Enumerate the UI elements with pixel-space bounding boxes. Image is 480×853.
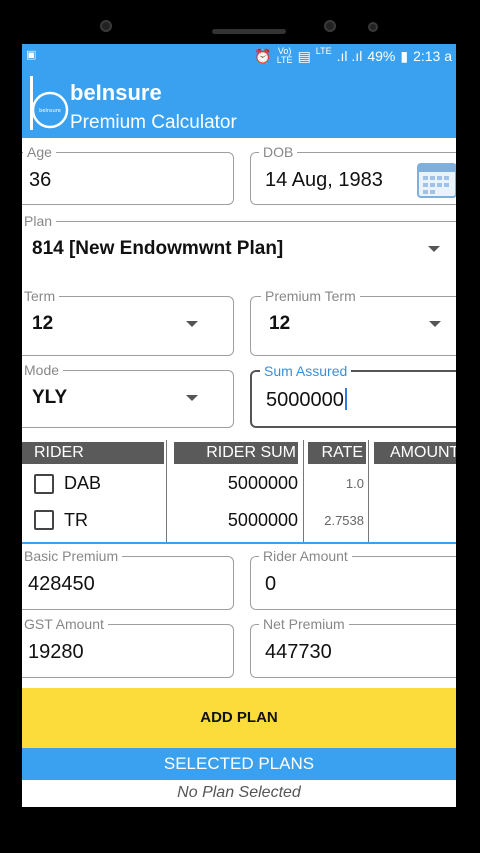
mode-value: YLY <box>32 387 68 408</box>
table-divider <box>166 440 167 542</box>
add-plan-button[interactable]: ADD PLAN <box>22 688 456 748</box>
app-screen: ▣ ⏰ Vo) LTE ▤ LTE .ıl .ıl 49% ▮ 2:13 a b… <box>22 44 456 807</box>
section-divider <box>22 542 456 544</box>
age-label: Age <box>23 144 56 160</box>
proximity-sensor-icon <box>368 22 378 32</box>
selected-plans-button[interactable]: SELECTED PLANS <box>22 748 456 780</box>
table-divider <box>303 440 304 542</box>
premium-term-chevron-down-icon <box>429 321 441 327</box>
status-bar: ▣ ⏰ Vo) LTE ▤ LTE .ıl .ıl 49% ▮ 2:13 a <box>22 44 456 68</box>
app-header: beInsure beInsure Premium Calculator <box>22 68 456 138</box>
term-value: 12 <box>32 313 54 334</box>
net-premium-value: 447730 <box>265 641 332 663</box>
net-premium-field: Net Premium 447730 <box>250 616 456 678</box>
app-title: beInsure <box>70 80 162 105</box>
clock: 2:13 a <box>413 48 452 64</box>
no-plan-text: No Plan Selected <box>177 784 301 801</box>
sum-assured-label: Sum Assured <box>260 363 352 379</box>
dob-value: 14 Aug, 1983 <box>265 169 383 191</box>
volte-bottom: LTE <box>276 55 293 65</box>
term-chevron-down-icon <box>186 321 198 327</box>
mode-dropdown[interactable]: Mode YLY <box>22 362 234 428</box>
plan-dropdown[interactable]: Plan 814 [New Endowmwnt Plan] <box>22 213 456 277</box>
rider-amount-value: 0 <box>265 573 277 595</box>
rider-sum: 5000000 <box>227 473 298 493</box>
age-value: 36 <box>29 169 52 191</box>
sum-assured-text: 5000000 <box>266 388 347 412</box>
basic-premium-label: Basic Premium <box>22 548 123 564</box>
term-dropdown[interactable]: Term 12 <box>22 288 234 356</box>
lte-label: LTE <box>315 46 332 56</box>
rider-rate: 1.0 <box>345 476 364 491</box>
phone-bezel-right <box>456 0 480 853</box>
basic-premium-field: Basic Premium 428450 <box>22 548 234 610</box>
phone-speaker <box>212 29 286 34</box>
plan-chevron-down-icon <box>428 246 440 252</box>
rider-rate: 2.7538 <box>324 513 364 528</box>
phone-bezel-left <box>0 0 22 853</box>
rider-checkbox-tr[interactable] <box>34 510 54 530</box>
premium-term-value: 12 <box>269 313 291 334</box>
volte-icon: Vo) LTE <box>277 47 293 65</box>
app-subtitle: Premium Calculator <box>70 112 237 133</box>
rider-sum: 5000000 <box>227 510 298 530</box>
basic-premium-value: 428450 <box>28 573 95 595</box>
front-camera-icon <box>324 20 336 32</box>
screen-corner <box>22 44 82 104</box>
mode-label: Mode <box>22 362 64 378</box>
gst-amount-field: GST Amount 19280 <box>22 616 234 678</box>
plan-label: Plan <box>22 213 57 229</box>
signal-icon: .ıl .ıl <box>336 48 363 64</box>
dob-label: DOB <box>259 144 298 160</box>
sum-assured-value: 5000000 <box>266 389 344 411</box>
term-label: Term <box>22 288 60 304</box>
rider-name: DAB <box>64 473 102 493</box>
front-sensor-icon <box>100 20 112 32</box>
rider-sum-header: RIDER SUM <box>174 442 298 464</box>
alarm-icon: ⏰ <box>254 47 272 64</box>
phone-bezel-bottom <box>0 807 480 853</box>
rider-amount-field: Rider Amount 0 <box>250 548 456 610</box>
dob-field[interactable]: DOB 14 Aug, 1983 <box>250 144 456 205</box>
mode-chevron-down-icon <box>186 395 198 401</box>
phone-bezel-top <box>0 0 480 44</box>
amount-header: AMOUNT <box>374 442 456 464</box>
gst-amount-value: 19280 <box>28 641 84 663</box>
battery-icon: ▮ <box>400 47 409 64</box>
table-divider <box>368 440 369 542</box>
premium-term-label: Premium Term <box>261 288 360 304</box>
premium-term-dropdown[interactable]: Premium Term 12 <box>250 288 456 356</box>
wifi-calling-icon: ▤ <box>297 47 311 64</box>
battery-percent: 49% <box>367 48 396 64</box>
rider-checkbox-dab[interactable] <box>34 474 54 494</box>
phone-frame: ▣ ⏰ Vo) LTE ▤ LTE .ıl .ıl 49% ▮ 2:13 a b… <box>0 0 480 853</box>
gst-amount-label: GST Amount <box>22 616 108 632</box>
plan-value: 814 [New Endowmwnt Plan] <box>32 238 284 259</box>
calendar-icon[interactable] <box>417 161 456 199</box>
rider-name: TR <box>64 510 88 530</box>
rate-header: RATE <box>308 442 366 464</box>
age-field[interactable]: Age 36 <box>22 144 234 205</box>
text-cursor <box>344 388 347 410</box>
net-premium-label: Net Premium <box>259 616 349 632</box>
svg-text:beInsure: beInsure <box>39 108 61 114</box>
sum-assured-input[interactable]: Sum Assured 5000000 <box>250 363 456 428</box>
rider-header: RIDER <box>22 442 164 464</box>
rider-amount-label: Rider Amount <box>259 548 352 564</box>
